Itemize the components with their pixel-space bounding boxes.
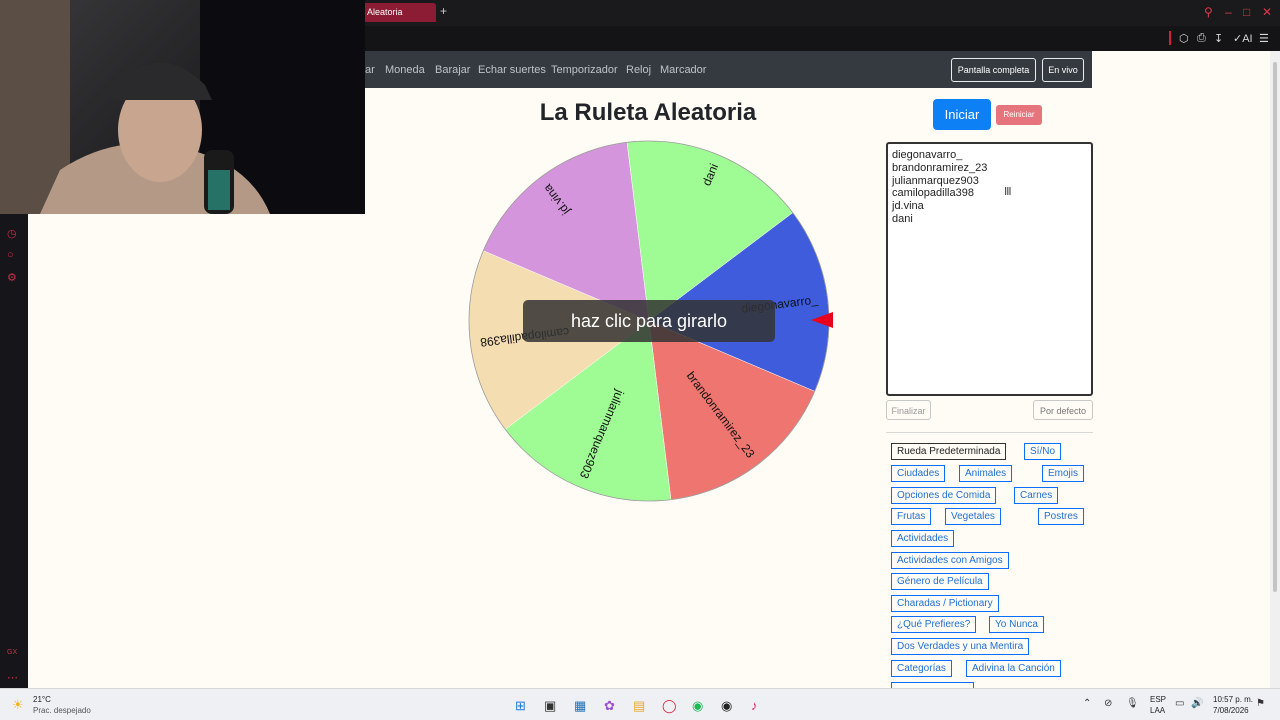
divider [886,432,1093,433]
spotify-icon[interactable]: ◉ [692,698,703,714]
microphone-light [208,170,230,210]
store-icon[interactable]: ▦ [574,698,586,714]
ai-label: AI [1242,33,1253,45]
preset-dos-verdades[interactable]: Dos Verdades y una Mentira [891,638,1030,655]
preset-emojis[interactable]: Emojis [1042,465,1085,482]
reset-button[interactable]: Reiniciar [996,105,1042,125]
start-menu-icon[interactable]: ⊞ [515,698,526,714]
tray-chevron-icon[interactable]: ⌃ [1083,698,1091,709]
minimize-icon[interactable]: – [1225,5,1232,19]
preset-frutas[interactable]: Frutas [891,508,932,525]
nav-link-partial[interactable]: ar [365,64,375,76]
microphone-tray-icon[interactable]: 🎙 [1126,698,1139,709]
name-entry: julianmarquez903 [892,174,979,187]
live-button[interactable]: En vivo [1042,58,1084,82]
name-entry: diegonavarro_ [892,149,963,161]
notification-icon[interactable]: ⚑ [1256,698,1265,709]
names-textarea[interactable]: diegonavarro_ brandonramirez_23 julianma… [886,142,1093,396]
page-title: La Ruleta Aleatoria [539,99,757,126]
clock-time[interactable]: 10:57 p. m. [1213,695,1253,704]
preset-actividades[interactable]: Actividades [891,530,955,547]
weather-icon[interactable]: ☀ [12,697,24,713]
history-icon[interactable]: ◷ [7,227,17,240]
browser-tab-active[interactable]: Aleatoria [360,3,436,22]
nav-link-marcador[interactable]: Marcador [660,64,706,76]
text-cursor-icon: Ⅲ [1004,186,1012,198]
wheel-pointer [811,312,833,328]
preset-yo-nunca[interactable]: Yo Nunca [989,616,1044,633]
weather-temperature: 21°C [33,695,51,704]
name-entry: jd.vina [892,200,924,213]
nav-link-moneda[interactable]: Moneda [385,64,425,76]
extensions-icon[interactable]: ⬡ [1179,32,1189,45]
preset-opciones-comida[interactable]: Opciones de Comida [891,487,997,504]
close-icon[interactable]: ✕ [1262,5,1272,19]
preset-ciudades[interactable]: Ciudades [891,465,946,482]
preset-categorias[interactable]: Categorías [891,660,952,677]
preset-rueda-predeterminada[interactable]: Rueda Predeterminada [891,443,1007,460]
task-view-icon[interactable]: ▣ [544,698,556,714]
chat-icon[interactable]: ○ [7,249,14,261]
nav-link-temporizador[interactable]: Temporizador [551,64,618,76]
os-taskbar: ☀ 21°C Prac. despejado ⊞ ▣ ▦ ✿ ▤ ◯ ◉ ◉ ♪… [0,688,1280,720]
language-code[interactable]: ESP [1150,695,1166,704]
gx-icon[interactable]: GX [7,649,17,656]
finish-button[interactable]: Finalizar [886,400,931,420]
nav-link-barajar[interactable]: Barajar [435,64,470,76]
preset-genero-pelicula[interactable]: Género de Película [891,573,989,590]
start-button[interactable]: Iniciar [933,99,991,130]
name-entry: brandonramirez_23 [892,161,988,174]
preset-actividades-amigos[interactable]: Actividades con Amigos [891,552,1009,569]
obs-icon[interactable]: ◉ [721,698,732,714]
preset-si-no[interactable]: Sí/No [1024,443,1062,460]
tiktok-icon[interactable]: ♪ [751,698,758,713]
name-entry: dani [892,212,913,225]
webcam-overlay [0,0,365,214]
name-entry: camilopadilla398 [892,187,974,200]
settings-icon[interactable]: ⚙ [7,271,17,284]
copilot-icon[interactable]: ✿ [604,698,615,714]
default-button[interactable]: Por defecto [1033,400,1093,420]
menu-icon[interactable]: ☰ [1259,32,1269,45]
preset-que-prefieres[interactable]: ¿Qué Prefieres? [891,616,977,633]
toolbar-divider [1169,31,1171,45]
search-icon[interactable]: ⚲ [1204,5,1213,19]
preset-vegetales[interactable]: Vegetales [945,508,1001,525]
nav-link-echar-suertes[interactable]: Echar suertes [478,64,546,76]
preset-charadas[interactable]: Charadas / Pictionary [891,595,999,612]
preset-carnes[interactable]: Carnes [1014,487,1059,504]
maximize-icon[interactable]: □ [1243,5,1250,19]
preset-postres[interactable]: Postres [1038,508,1084,525]
network-off-icon[interactable]: ⊘ [1104,698,1112,709]
fullscreen-button[interactable]: Pantalla completa [951,58,1036,82]
scroll-thumb[interactable] [1273,62,1277,592]
more-icon[interactable]: ⋯ [7,671,18,684]
weather-condition: Prac. despejado [33,706,91,715]
site-navbar: ar Moneda Barajar Echar suertes Temporiz… [365,51,1092,88]
ai-button[interactable]: ✓AI [1233,32,1253,45]
download-icon[interactable]: ↧ [1214,32,1223,45]
preset-adivina-cancion[interactable]: Adivina la Canción [966,660,1061,677]
person-cap [110,62,212,100]
file-explorer-icon[interactable]: ▤ [633,698,645,714]
opera-gx-icon[interactable]: ◯ [662,698,677,714]
share-icon[interactable]: ⎙ [1197,32,1206,45]
keyboard-layout[interactable]: LAA [1150,706,1165,715]
display-icon[interactable]: ▭ [1175,698,1184,709]
volume-icon[interactable]: 🔊 [1191,698,1203,709]
preset-animales[interactable]: Animales [959,465,1013,482]
new-tab-button[interactable]: + [440,4,447,18]
clock-date[interactable]: 7/08/2026 [1213,706,1249,715]
spin-hint[interactable]: haz clic para girarlo [523,300,775,342]
nav-link-reloj[interactable]: Reloj [626,64,651,76]
